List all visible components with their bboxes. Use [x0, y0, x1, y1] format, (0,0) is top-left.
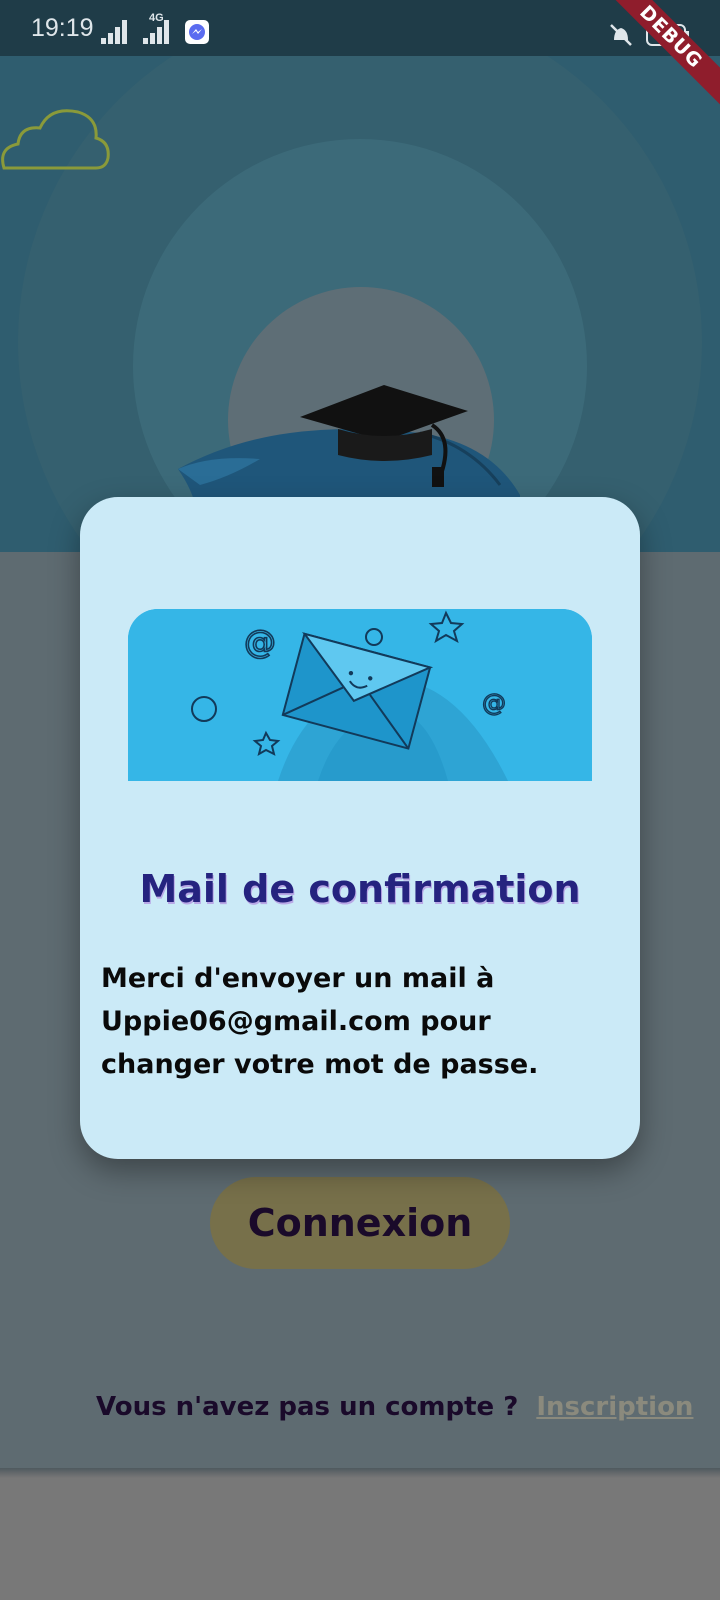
svg-text:@: @: [244, 623, 276, 661]
signup-row: Vous n'avez pas un compte ? Inscription: [96, 1385, 693, 1429]
signal-icon: [101, 20, 127, 44]
mail-illustration: @ @: [128, 609, 592, 781]
cloud-icon: [1, 109, 110, 170]
header-background: [0, 0, 720, 552]
status-time: 19:19: [31, 14, 94, 42]
envelope-icon: @ @: [128, 609, 592, 781]
dialog-message: Merci d'envoyer un mail à Uppie06@gmail.…: [101, 963, 539, 1080]
confirmation-dialog: @ @ Mail de confirmation Merci d'envoyer…: [80, 497, 640, 1159]
vibrate-mute-icon: [610, 24, 632, 46]
status-bar: 19:19 4G DEBUG: [0, 0, 720, 107]
no-account-question: Vous n'avez pas un compte ?: [96, 1392, 519, 1422]
dialog-title: Mail de confirmation: [139, 867, 581, 911]
messenger-icon: [185, 20, 209, 44]
svg-text:@: @: [482, 689, 506, 717]
login-button[interactable]: Connexion: [210, 1177, 510, 1269]
signal-4g-icon: 4G: [141, 12, 173, 44]
form-bottom-edge: [0, 1468, 720, 1478]
signup-link[interactable]: Inscription: [536, 1392, 693, 1422]
